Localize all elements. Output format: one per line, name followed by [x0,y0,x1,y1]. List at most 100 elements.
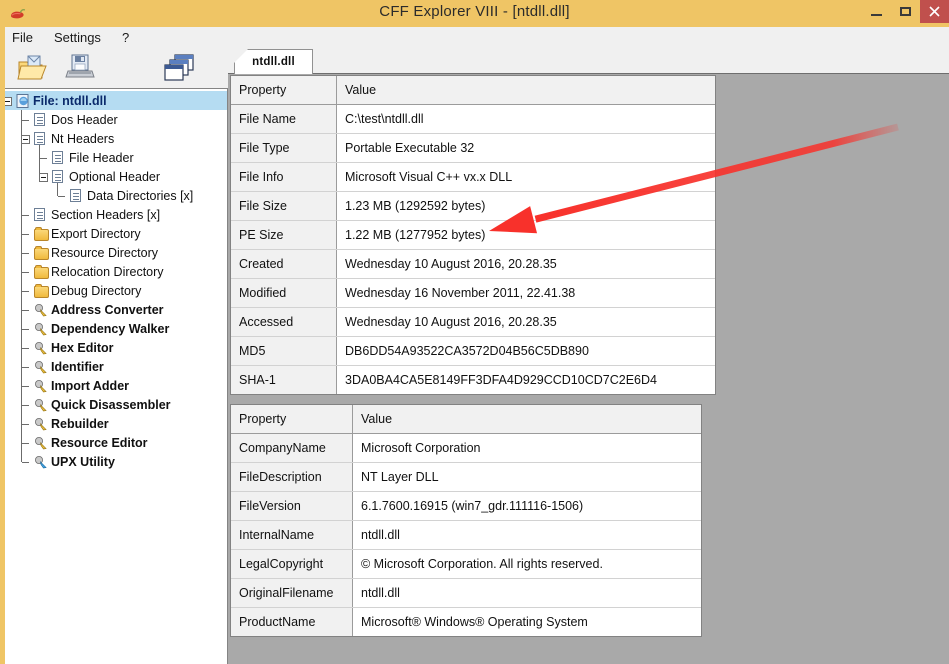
maximize-button[interactable] [891,0,920,23]
cell-value: NT Layer DLL [353,463,701,491]
tree-item-hex-editor[interactable]: Hex Editor [5,338,227,357]
tool-icon [34,398,48,412]
cell-value: © Microsoft Corporation. All rights rese… [353,550,701,578]
table-row[interactable]: File Name C:\test\ntdll.dll [231,105,715,134]
tree-item-address-converter[interactable]: Address Converter [5,300,227,319]
table-row[interactable]: FileDescription NT Layer DLL [231,463,701,492]
cell-value: Microsoft Corporation [353,434,701,462]
tree-item-debug-directory[interactable]: Debug Directory [5,281,227,300]
tree-item-label: Rebuilder [51,417,109,431]
tool-icon [34,436,48,450]
table-row[interactable]: PE Size 1.22 MB (1277952 bytes) [231,221,715,250]
tree-item-label: Identifier [51,360,104,374]
cell-value: Wednesday 16 November 2011, 22.41.38 [337,279,715,307]
table-row[interactable]: FileVersion 6.1.7600.16915 (win7_gdr.1111… [231,492,701,521]
table-row[interactable]: ProductName Microsoft® Windows® Operating… [231,608,701,636]
close-icon [929,6,940,17]
tree-item-file-header[interactable]: File Header [5,148,227,167]
tree-panel[interactable]: File: ntdll.dll Dos Header Nt Headers File … [5,88,228,664]
tree-item-data-directories-x[interactable]: Data Directories [x] [5,186,227,205]
tree-item-label: Export Directory [51,227,141,241]
cascade-windows-button[interactable] [161,52,197,86]
page-icon [52,151,66,165]
save-file-button[interactable] [64,52,100,86]
cell-property: LegalCopyright [231,550,353,578]
menu-file[interactable]: File [8,28,42,47]
open-file-button[interactable] [16,52,52,86]
tree-item-export-directory[interactable]: Export Directory [5,224,227,243]
window-title: CFF Explorer VIII - [ntdll.dll] [379,3,570,20]
tree-item-label: Quick Disassembler [51,398,171,412]
tree-item-identifier[interactable]: Identifier [5,357,227,376]
table-row[interactable]: Created Wednesday 10 August 2016, 20.28.3… [231,250,715,279]
folder-icon [34,227,49,243]
tree-item-quick-disassembler[interactable]: Quick Disassembler [5,395,227,414]
tree-item-label: Dependency Walker [51,322,170,336]
tree-expander-icon[interactable] [5,97,12,106]
table-row[interactable]: File Info Microsoft Visual C++ vx.x DLL [231,163,715,192]
cell-value: Microsoft® Windows® Operating System [353,608,701,636]
cell-value: ntdll.dll [353,521,701,549]
cell-value: DB6DD54A93522CA3572D04B56C5DB890 [337,337,715,365]
cell-property: File Info [231,163,337,191]
cell-value: ntdll.dll [353,579,701,607]
tree-item-label: Address Converter [51,303,164,317]
table-row[interactable]: File Size 1.23 MB (1292592 bytes) [231,192,715,221]
table-row[interactable]: InternalName ntdll.dll [231,521,701,550]
page-icon [34,208,48,222]
cell-property: Modified [231,279,337,307]
tool-icon [34,417,48,431]
tree-item-optional-header[interactable]: Optional Header [5,167,227,186]
tree-item-label: Data Directories [x] [87,189,194,203]
cell-value: C:\test\ntdll.dll [337,105,715,133]
table-row[interactable]: CompanyName Microsoft Corporation [231,434,701,463]
cell-property: File Type [231,134,337,162]
tree-item-dos-header[interactable]: Dos Header [5,110,227,129]
page-icon [70,189,84,203]
tool-icon [34,379,48,393]
tree-expander-icon[interactable] [39,173,48,182]
tree-item-file-ntdll-dll[interactable]: File: ntdll.dll [5,91,227,110]
menu-settings[interactable]: Settings [50,28,110,47]
table-row[interactable]: SHA-1 3DA0BA4CA5E8149FF3DFA4D929CCD10CD7C… [231,366,715,394]
tool-icon [34,341,48,355]
table-row[interactable]: MD5 DB6DD54A93522CA3572D04B56C5DB890 [231,337,715,366]
minimize-button[interactable] [862,0,891,23]
menu-help[interactable]: ? [118,28,138,47]
table-row[interactable]: OriginalFilename ntdll.dll [231,579,701,608]
tree-item-relocation-directory[interactable]: Relocation Directory [5,262,227,281]
cell-property: CompanyName [231,434,353,462]
tree-item-import-adder[interactable]: Import Adder [5,376,227,395]
tree-item-dependency-walker[interactable]: Dependency Walker [5,319,227,338]
tool-icon [34,303,48,317]
tree-expander-icon[interactable] [21,135,30,144]
table-row[interactable]: Accessed Wednesday 10 August 2016, 20.28.… [231,308,715,337]
folder-icon [34,265,49,281]
cell-property: FileVersion [231,492,353,520]
close-button[interactable] [920,0,949,23]
cell-property: InternalName [231,521,353,549]
cell-value: 3DA0BA4CA5E8149FF3DFA4D929CCD10CD7C2E6D4 [337,366,715,394]
tree-item-section-headers-x[interactable]: Section Headers [x] [5,205,227,224]
tree-item-resource-directory[interactable]: Resource Directory [5,243,227,262]
cell-property: Accessed [231,308,337,336]
column-header-value: Value [337,76,715,104]
cell-property: ProductName [231,608,353,636]
cascade-windows-icon [164,54,194,81]
cell-value: 1.22 MB (1277952 bytes) [337,221,715,249]
tree-item-nt-headers[interactable]: Nt Headers [5,129,227,148]
column-header-property: Property [231,405,353,433]
table-row[interactable]: Modified Wednesday 16 November 2011, 22.4… [231,279,715,308]
tab-ntdll-dll-label: ntdll.dll [252,56,295,68]
tree-item-label: File: ntdll.dll [33,94,107,108]
cell-property: FileDescription [231,463,353,491]
tree-item-rebuilder[interactable]: Rebuilder [5,414,227,433]
table-row[interactable]: File Type Portable Executable 32 [231,134,715,163]
tree-item-label: Relocation Directory [51,265,164,279]
tree-item-label: Debug Directory [51,284,142,298]
tree-item-resource-editor[interactable]: Resource Editor [5,433,227,452]
cell-property: SHA-1 [231,366,337,394]
tree-item-upx-utility[interactable]: UPX Utility [5,452,227,471]
table-row[interactable]: LegalCopyright © Microsoft Corporation. A… [231,550,701,579]
upx-icon [34,455,48,469]
